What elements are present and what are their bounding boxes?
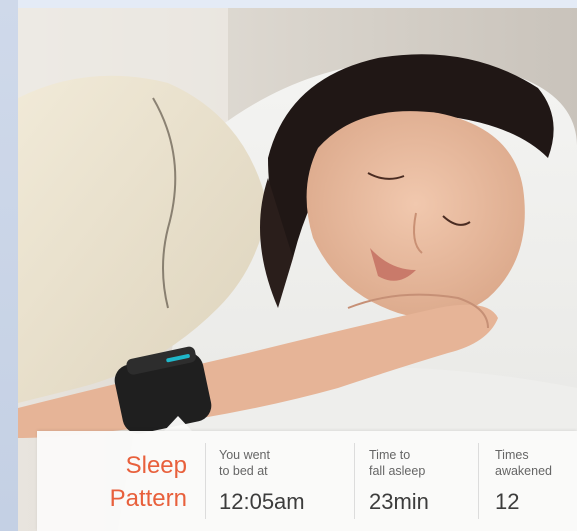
stat-value: 23min	[369, 489, 429, 514]
stat-value: 12	[495, 489, 520, 514]
divider	[354, 443, 355, 519]
stat-label: Times awakened	[495, 447, 577, 479]
page-margin	[0, 0, 18, 531]
stat-label-line2: fall asleep	[369, 464, 426, 478]
stat-label-line1: Times	[495, 448, 529, 462]
stat-label-line1: You went	[219, 448, 270, 462]
panel-pointer	[164, 416, 192, 431]
divider	[478, 443, 479, 519]
stat-label-line1: Time to	[369, 448, 411, 462]
stat-label-line2: to bed at	[219, 464, 268, 478]
divider	[205, 443, 206, 519]
stat-time-to-sleep: Time to fall asleep 23min	[369, 447, 479, 515]
panel-title: Sleep Pattern	[77, 449, 187, 515]
stat-label: Time to fall asleep	[369, 447, 479, 479]
panel-title-line1: Sleep	[125, 452, 187, 479]
sleep-stats-panel: Sleep Pattern You went to bed at 12:05am…	[37, 431, 577, 531]
stat-bedtime: You went to bed at 12:05am	[219, 447, 329, 515]
stat-value: 12:05am	[219, 489, 305, 514]
stat-awakenings: Times awakened 12	[495, 447, 577, 515]
stat-label-line2: awakened	[495, 464, 552, 478]
panel-title-line2: Pattern	[109, 485, 187, 512]
stat-label: You went to bed at	[219, 447, 329, 479]
